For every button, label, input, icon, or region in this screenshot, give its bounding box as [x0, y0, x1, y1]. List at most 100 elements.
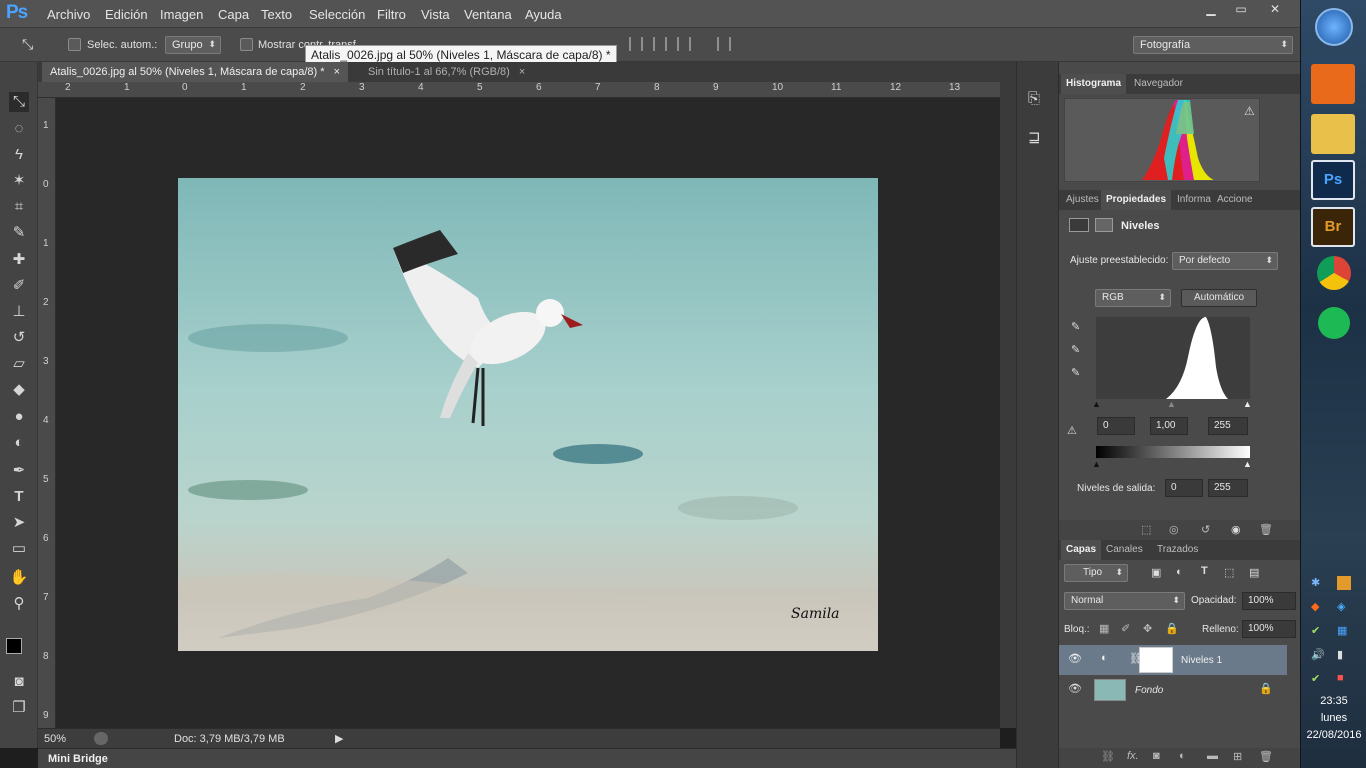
clock-date[interactable]: 22/08/2016 — [1301, 729, 1366, 741]
auto-select-checkbox[interactable] — [68, 38, 81, 51]
preset-dropdown[interactable]: Por defecto — [1172, 252, 1278, 270]
clip-to-layer-icon[interactable]: ⬚ — [1141, 523, 1151, 536]
reset-icon[interactable]: ↺ — [1201, 523, 1210, 536]
show-transform-checkbox[interactable] — [240, 38, 253, 51]
white-point-slider[interactable]: ▲ — [1243, 399, 1252, 409]
tab-capas[interactable]: Capas — [1061, 540, 1102, 560]
close-icon[interactable]: × — [519, 66, 525, 78]
channel-dropdown[interactable]: RGB — [1095, 289, 1171, 307]
tab-acciones[interactable]: Accione — [1212, 190, 1258, 210]
menu-filtro[interactable]: Filtro — [377, 7, 406, 22]
filter-smart-icon[interactable]: ▤ — [1249, 566, 1259, 579]
file-explorer-icon[interactable] — [1311, 114, 1355, 154]
input-white[interactable]: 255 — [1208, 417, 1248, 435]
auto-button[interactable]: Automático — [1181, 289, 1257, 307]
align-left-icon[interactable] — [629, 37, 643, 51]
path-selection-icon[interactable]: ➤ — [9, 513, 29, 533]
auto-select-dropdown[interactable]: Grupo — [165, 36, 221, 54]
tab-sin-titulo[interactable]: Sin título-1 al 66,7% (RGB/8) × — [360, 62, 533, 82]
history-panel-icon[interactable]: ⎘ — [1028, 90, 1040, 107]
actions-panel-icon[interactable]: ⊒ — [1028, 128, 1041, 146]
filter-pixel-icon[interactable]: ▣ — [1151, 566, 1161, 579]
menu-seleccion[interactable]: Selección — [309, 7, 365, 22]
add-mask-icon[interactable]: ◙ — [1153, 750, 1160, 762]
auto-align-icon[interactable] — [717, 37, 731, 51]
lock-image-icon[interactable]: ✐ — [1121, 622, 1130, 635]
filter-adjustment-icon[interactable]: ◐ — [1176, 566, 1183, 578]
history-brush-icon[interactable]: ↺ — [9, 328, 29, 348]
eye-icon[interactable]: 👁 — [1068, 682, 1082, 695]
link-layers-icon[interactable]: ⛓ — [1101, 750, 1115, 763]
layer-name[interactable]: Fondo — [1135, 685, 1163, 696]
chrome-icon[interactable] — [1317, 256, 1351, 290]
clipping-icon[interactable]: ⚠ — [1067, 424, 1077, 437]
fill-field[interactable]: 100% — [1242, 620, 1296, 638]
move-tool-icon[interactable]: ⤡ — [22, 36, 33, 53]
eraser-tool-icon[interactable]: ▱ — [9, 354, 29, 374]
tab-informacion[interactable]: Informa — [1172, 190, 1216, 210]
pen-tool-icon[interactable]: ✒ — [9, 461, 29, 481]
align-center-icon[interactable] — [653, 37, 667, 51]
blend-mode-dropdown[interactable]: Normal — [1064, 592, 1185, 610]
menu-ventana[interactable]: Ventana — [464, 7, 512, 22]
input-gamma[interactable]: 1,00 — [1150, 417, 1188, 435]
tray-network-icon[interactable]: ▦ — [1337, 624, 1347, 637]
delete-layer-icon[interactable]: 🗑 — [1259, 750, 1273, 763]
rectangle-tool-icon[interactable]: ▭ — [9, 539, 29, 559]
tray-check-icon[interactable]: ✔ — [1311, 672, 1320, 685]
output-white-slider[interactable]: ▲ — [1243, 459, 1252, 469]
canvas-area[interactable]: Samila — [56, 98, 1000, 728]
tray-app-icon[interactable]: ◆ — [1311, 600, 1319, 613]
screen-mode-icon[interactable]: ❐ — [9, 698, 29, 718]
menu-texto[interactable]: Texto — [261, 7, 292, 22]
status-arrow-icon[interactable]: ▶ — [335, 732, 343, 745]
menu-archivo[interactable]: Archivo — [47, 7, 90, 22]
visibility-icon[interactable]: ◉ — [1231, 523, 1241, 536]
media-player-icon[interactable] — [1311, 64, 1355, 104]
tab-trazados[interactable]: Trazados — [1152, 540, 1203, 560]
menu-ayuda[interactable]: Ayuda — [525, 7, 562, 22]
lasso-tool-icon[interactable]: ϟ — [9, 145, 29, 165]
opacity-field[interactable]: 100% — [1242, 592, 1296, 610]
tray-shield-icon[interactable]: ✔ — [1311, 624, 1320, 637]
start-button[interactable] — [1315, 8, 1353, 46]
new-layer-icon[interactable]: ⊞ — [1233, 750, 1242, 763]
output-white-field[interactable]: 255 — [1208, 479, 1248, 497]
marquee-tool-icon[interactable]: ◌ — [9, 119, 29, 139]
bridge-tray-icon[interactable] — [1337, 576, 1351, 590]
output-black-field[interactable]: 0 — [1165, 479, 1203, 497]
layer-mask-thumbnail[interactable] — [1139, 647, 1173, 673]
share-icon[interactable] — [94, 732, 108, 745]
midtone-slider[interactable]: ▲ — [1167, 399, 1176, 409]
lock-all-icon[interactable]: 🔒 — [1165, 622, 1179, 635]
menu-capa[interactable]: Capa — [218, 7, 249, 22]
clone-stamp-icon[interactable]: ⊥ — [9, 302, 29, 322]
tray-sync-icon[interactable]: ◈ — [1337, 600, 1345, 613]
tray-alert-icon[interactable]: ■ — [1337, 672, 1344, 684]
move-tool-icon[interactable]: ⤡ — [9, 92, 29, 112]
foreground-color-swatch[interactable] — [6, 638, 22, 654]
zoom-level[interactable]: 50% — [44, 733, 66, 745]
filter-type-icon[interactable]: T — [1201, 565, 1208, 577]
tab-navegador[interactable]: Navegador — [1129, 74, 1188, 94]
kind-filter-dropdown[interactable]: Tipo — [1064, 564, 1128, 582]
lock-transparent-icon[interactable]: ▦ — [1099, 622, 1109, 635]
photoshop-taskbar-icon[interactable]: Ps — [1311, 160, 1355, 200]
close-button[interactable]: ✕ — [1260, 0, 1290, 18]
filter-shape-icon[interactable]: ⬚ — [1224, 566, 1234, 579]
align-right-icon[interactable] — [677, 37, 691, 51]
zoom-tool-icon[interactable]: ⚲ — [9, 594, 29, 614]
crop-tool-icon[interactable]: ⌗ — [9, 197, 29, 217]
restore-button[interactable]: ▭ — [1226, 0, 1256, 18]
input-black[interactable]: 0 — [1097, 417, 1135, 435]
lock-position-icon[interactable]: ✥ — [1143, 622, 1152, 635]
bridge-taskbar-icon[interactable]: Br — [1311, 207, 1355, 247]
new-adjustment-icon[interactable]: ◐ — [1179, 750, 1186, 762]
paint-bucket-icon[interactable]: ◆ — [9, 380, 29, 400]
bluetooth-icon[interactable]: ✱ — [1311, 576, 1320, 589]
quick-mask-icon[interactable]: ◙ — [9, 672, 29, 692]
layer-mask-icon[interactable] — [1095, 218, 1113, 232]
tab-histograma[interactable]: Histograma — [1061, 74, 1127, 94]
warning-icon[interactable]: ⚠ — [1244, 104, 1255, 118]
layer-thumbnail[interactable] — [1094, 679, 1126, 701]
